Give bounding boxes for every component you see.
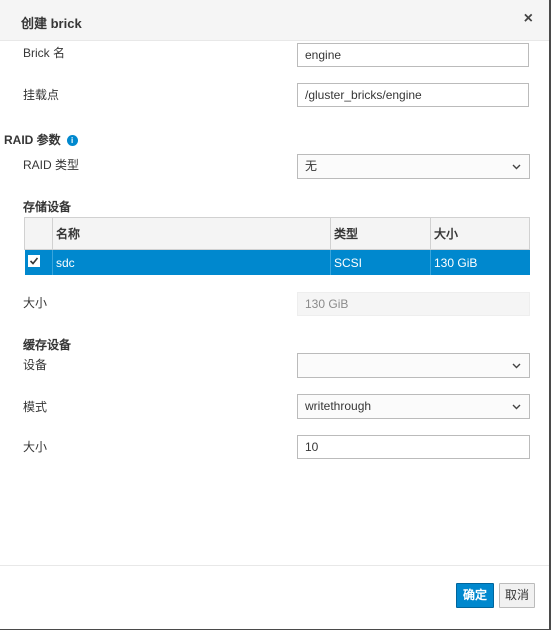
storage-section-title: 存储设备	[23, 200, 72, 214]
info-icon[interactable]: i	[66, 135, 78, 146]
column-header-size[interactable]: 大小	[430, 217, 530, 250]
raid-section-label: RAID 参数	[4, 133, 61, 147]
mount-point-label: 挂载点	[23, 88, 60, 102]
select-column-header	[24, 217, 53, 250]
chevron-down-icon	[512, 363, 521, 369]
size-readonly-field: 130 GiB	[297, 292, 530, 316]
table-header-row: 名称 类型 大小	[24, 217, 530, 250]
ok-button[interactable]: 确定	[456, 583, 494, 608]
brick-name-label: Brick 名	[23, 46, 66, 60]
storage-device-table: 名称 类型 大小 sdc SCSI 130 GiB	[24, 217, 530, 275]
row-checkbox-cell[interactable]	[24, 249, 53, 275]
raid-type-select[interactable]: 无	[297, 154, 530, 179]
row-type-cell: SCSI	[330, 249, 431, 275]
row-size-cell: 130 GiB	[430, 249, 530, 275]
cache-device-select[interactable]	[297, 353, 530, 378]
size-label: 大小	[23, 296, 48, 310]
chevron-down-icon	[512, 164, 521, 170]
cache-mode-select[interactable]: writethrough	[297, 394, 530, 419]
cache-mode-value: writethrough	[305, 399, 372, 413]
table-row[interactable]: sdc SCSI 130 GiB	[24, 249, 530, 275]
brick-name-input[interactable]: engine	[297, 43, 529, 67]
mount-point-input[interactable]: /gluster_bricks/engine	[297, 83, 529, 107]
dialog-title: 创建 brick	[21, 16, 82, 31]
device-label: 设备	[23, 358, 48, 372]
row-name-cell: sdc	[52, 249, 331, 275]
column-header-type[interactable]: 类型	[330, 217, 431, 250]
close-icon[interactable]: ×	[524, 10, 533, 28]
dialog-footer: 确定 取消	[0, 565, 549, 629]
cache-size-input[interactable]: 10	[297, 435, 530, 459]
checkmark-icon	[29, 257, 38, 265]
mode-label: 模式	[23, 400, 48, 414]
raid-section-title: RAID 参数 i	[4, 131, 78, 148]
dialog-header: 创建 brick ×	[0, 0, 549, 41]
cache-section-title: 缓存设备	[23, 338, 72, 352]
chevron-down-icon	[512, 404, 521, 410]
cache-size-label: 大小	[23, 440, 48, 454]
raid-type-value: 无	[305, 159, 318, 173]
row-checkbox[interactable]	[27, 255, 40, 267]
column-header-name[interactable]: 名称	[52, 217, 331, 250]
create-brick-dialog: 创建 brick × Brick 名 engine 挂载点 /gluster_b…	[0, 0, 551, 630]
raid-type-label: RAID 类型	[23, 158, 80, 172]
cancel-button[interactable]: 取消	[499, 583, 535, 608]
